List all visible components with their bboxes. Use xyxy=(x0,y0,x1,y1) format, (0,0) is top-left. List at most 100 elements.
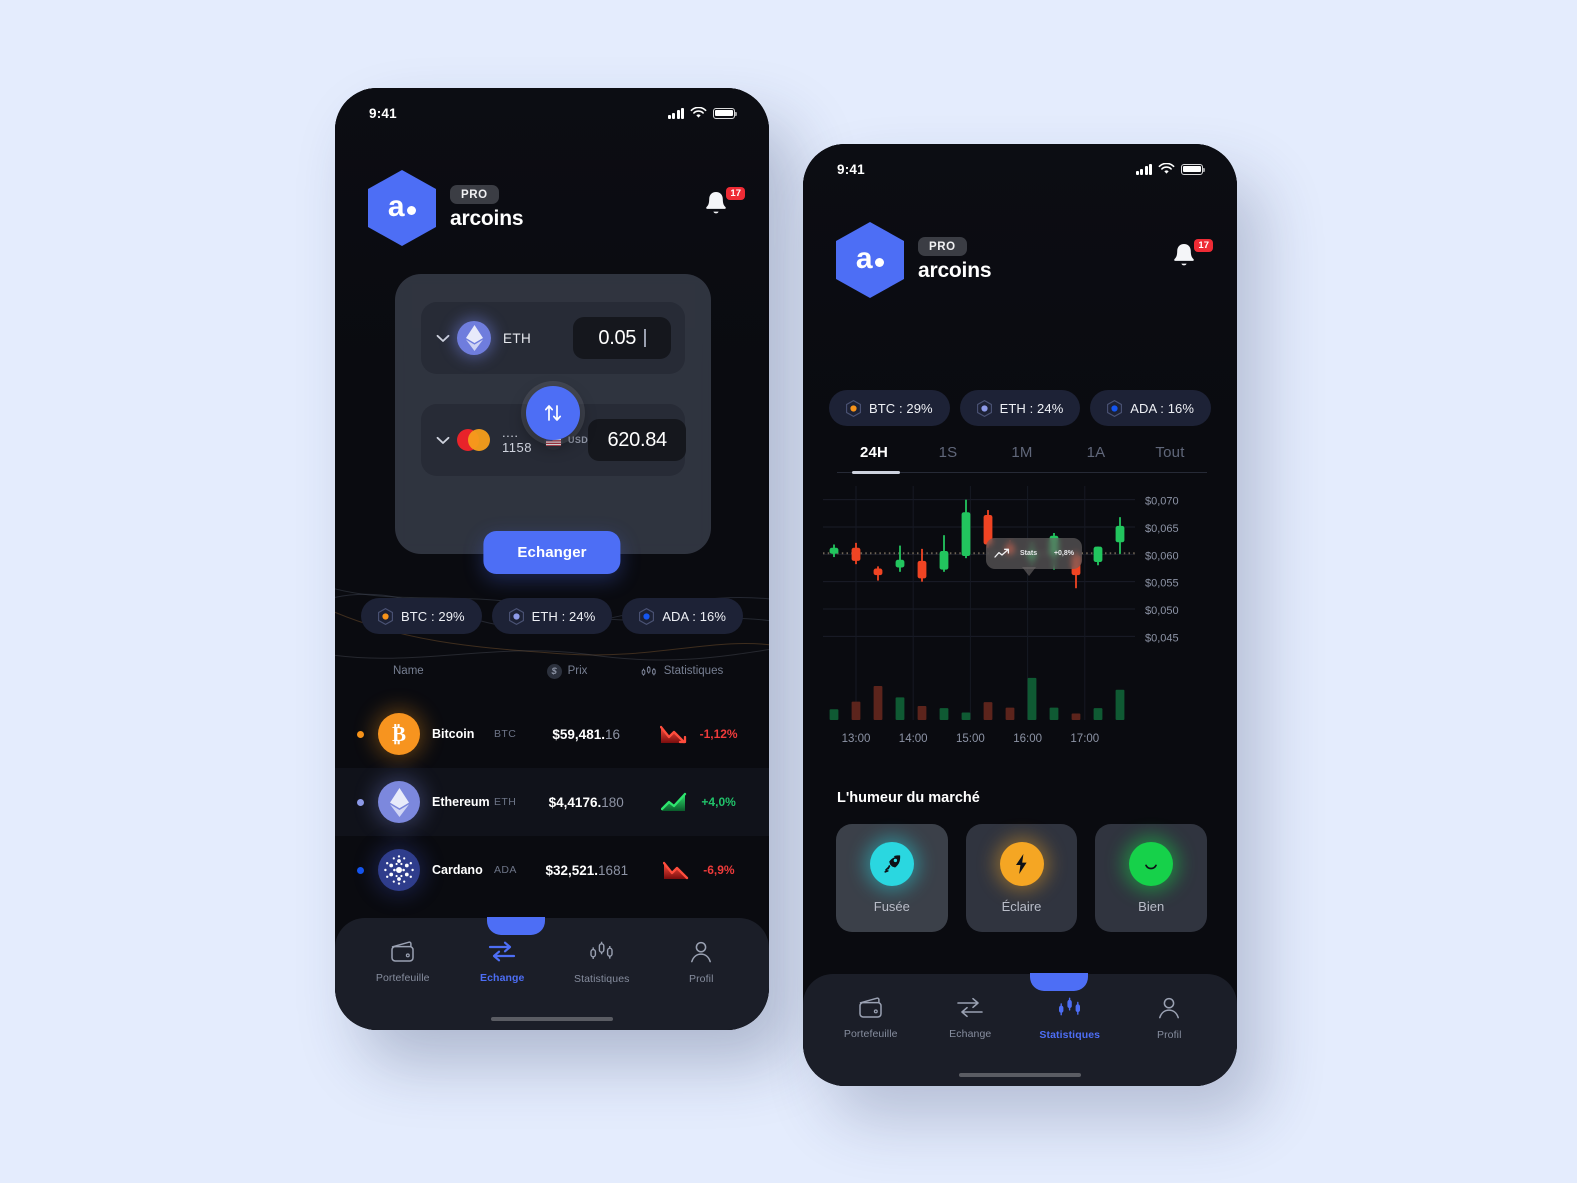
asset-change-value: +4,0% xyxy=(701,795,736,809)
volume-bar xyxy=(851,701,861,720)
tooltip-label: Stats xyxy=(1020,550,1038,557)
mood-option-bien[interactable]: Bien xyxy=(1095,824,1208,932)
candle-body xyxy=(961,512,971,556)
to-amount-input[interactable]: 620.84 xyxy=(588,419,687,461)
candlestick-chart[interactable]: $0,070 $0,065 $0,060 $0,055 $0,050 $0,045 13:0… xyxy=(815,480,1231,770)
timeframe-tab-1s[interactable]: 1S xyxy=(911,444,985,461)
volume-bar xyxy=(1115,689,1125,720)
tab-profil[interactable]: Profil xyxy=(1120,996,1220,1041)
from-amount-input[interactable]: 0.05 xyxy=(573,317,671,359)
tab-portefeuille[interactable]: Portefeuille xyxy=(821,996,921,1041)
asset-price-decimals: 1681 xyxy=(598,862,629,878)
asset-change: -1,12% xyxy=(650,724,747,744)
trend-up-icon xyxy=(661,792,687,811)
tab-label: Statistiques xyxy=(1039,1029,1101,1041)
ada-hex-icon xyxy=(639,607,655,625)
table-row[interactable]: Ethereum ETH $4,4176.180 +4,0% xyxy=(335,768,769,836)
tab-portefeuille[interactable]: Portefeuille xyxy=(353,940,453,985)
home-indicator xyxy=(491,1017,613,1021)
allocation-pill-label: ETH : 24% xyxy=(531,608,596,624)
allocation-pill-ada[interactable]: ADA : 16% xyxy=(1090,390,1212,426)
volume-bar xyxy=(983,702,993,720)
volume-bar xyxy=(895,697,905,720)
allocation-pill-label: ETH : 24% xyxy=(999,400,1064,416)
mood-option-fusee[interactable]: Fusée xyxy=(836,824,948,932)
mood-option-eclaire[interactable]: Éclaire xyxy=(965,824,1078,932)
from-amount-value: 0.05 xyxy=(598,326,637,349)
volume-bar xyxy=(1005,707,1015,720)
chart-y-tick-label: $0,045 xyxy=(1145,632,1179,644)
allocation-pill-ada[interactable]: ADA : 16% xyxy=(622,598,744,634)
column-header-price: $ Prix xyxy=(511,663,623,679)
notifications-button[interactable]: 17 xyxy=(1169,239,1213,280)
tab-list: Portefeuille Echange Statistiques Profil xyxy=(335,940,769,985)
chart-x-tick-label: 15:00 xyxy=(956,733,985,745)
pro-badge: PRO xyxy=(450,185,499,205)
cellular-signal-icon xyxy=(1136,163,1152,175)
arcoins-logo-icon: a xyxy=(836,222,904,298)
allocation-pill-btc[interactable]: BTC : 29% xyxy=(829,390,950,426)
status-icons xyxy=(1136,163,1206,175)
timeframe-tab-tout[interactable]: Tout xyxy=(1133,444,1207,461)
status-bar: 9:41 xyxy=(335,100,769,126)
timeframe-tabs: 24H 1S 1M 1A Tout xyxy=(837,444,1207,474)
status-time: 9:41 xyxy=(837,161,865,177)
currency-code: USD xyxy=(567,435,589,445)
exchange-submit-button[interactable]: Echanger xyxy=(483,531,621,574)
exchange-from-row[interactable]: ETH 0.05 xyxy=(421,302,685,374)
tab-statistiques[interactable]: Statistiques xyxy=(1020,996,1120,1041)
card-digits: .... 1158 xyxy=(502,425,532,455)
swap-vertical-icon xyxy=(544,405,562,421)
volume-bar xyxy=(829,709,839,720)
bolt-icon xyxy=(999,842,1044,886)
notifications-button[interactable]: 17 xyxy=(701,187,745,228)
timeframe-tab-1m[interactable]: 1M xyxy=(985,444,1059,461)
exchange-arrows-icon xyxy=(957,997,984,1018)
mastercard-icon xyxy=(457,429,491,451)
chart-y-tick-label: $0,050 xyxy=(1145,605,1179,617)
volume-bar xyxy=(1027,677,1037,720)
allocation-pills-a: BTC : 29% ETH : 24% ADA: 16% xyxy=(361,598,744,634)
cellular-signal-icon xyxy=(668,107,684,119)
asset-price-decimals: 180 xyxy=(601,794,624,810)
screen-b: 9:41 a PRO arcoins 17 BTC: 29% ETH: 24… xyxy=(803,144,1237,1086)
table-row[interactable]: Cardano ADA $32,521.1681 -6,9% xyxy=(335,836,769,904)
allocation-pill-eth[interactable]: ETH : 24% xyxy=(491,598,613,634)
tab-label: Portefeuille xyxy=(375,972,430,984)
app-header: a PRO arcoins 17 xyxy=(368,170,745,246)
candlestick-icon xyxy=(641,665,656,676)
tab-statistiques[interactable]: Statistiques xyxy=(552,940,652,985)
market-mood-options: Fusée Éclaire Bien xyxy=(836,824,1208,932)
candlestick-icon xyxy=(590,941,613,959)
volume-bar xyxy=(939,708,949,720)
chevron-down-icon[interactable] xyxy=(435,334,451,343)
status-time: 9:41 xyxy=(369,105,397,121)
tab-profil[interactable]: Profil xyxy=(652,940,752,985)
timeframe-tab-24h[interactable]: 24H xyxy=(837,444,911,461)
allocation-pill-label: BTC : 29% xyxy=(400,608,465,624)
asset-change-value: -6,9% xyxy=(703,863,735,877)
asset-price-decimals: 16 xyxy=(604,726,620,742)
table-row[interactable]: ₿ Bitcoin BTC $59,481.16 -1,12% xyxy=(335,700,769,768)
allocation-pill-eth[interactable]: ETH : 24% xyxy=(959,390,1081,426)
tab-echange[interactable]: Echange xyxy=(453,940,553,985)
allocation-pill-btc[interactable]: BTC : 29% xyxy=(361,598,482,634)
swap-direction-button[interactable] xyxy=(526,386,580,440)
wifi-icon xyxy=(1158,163,1175,174)
timeframe-underline xyxy=(837,471,1207,474)
candle-body xyxy=(895,559,905,568)
battery-icon xyxy=(713,107,738,119)
mood-label: Bien xyxy=(1138,899,1165,914)
brand-text: PRO arcoins xyxy=(918,237,992,284)
notification-badge: 17 xyxy=(1194,239,1213,253)
chevron-down-icon[interactable] xyxy=(435,436,451,445)
column-header-price-label: Prix xyxy=(567,665,588,677)
candle-body xyxy=(1115,525,1125,543)
tab-echange[interactable]: Echange xyxy=(921,996,1021,1041)
chart-y-tick-label: $0,070 xyxy=(1145,496,1179,508)
timeframe-tab-1a[interactable]: 1A xyxy=(1059,444,1133,461)
chart-x-tick-label: 13:00 xyxy=(842,733,871,745)
mood-label: Fusée xyxy=(873,899,910,914)
asset-symbol: ADA xyxy=(494,864,517,876)
candle-body xyxy=(873,568,883,576)
